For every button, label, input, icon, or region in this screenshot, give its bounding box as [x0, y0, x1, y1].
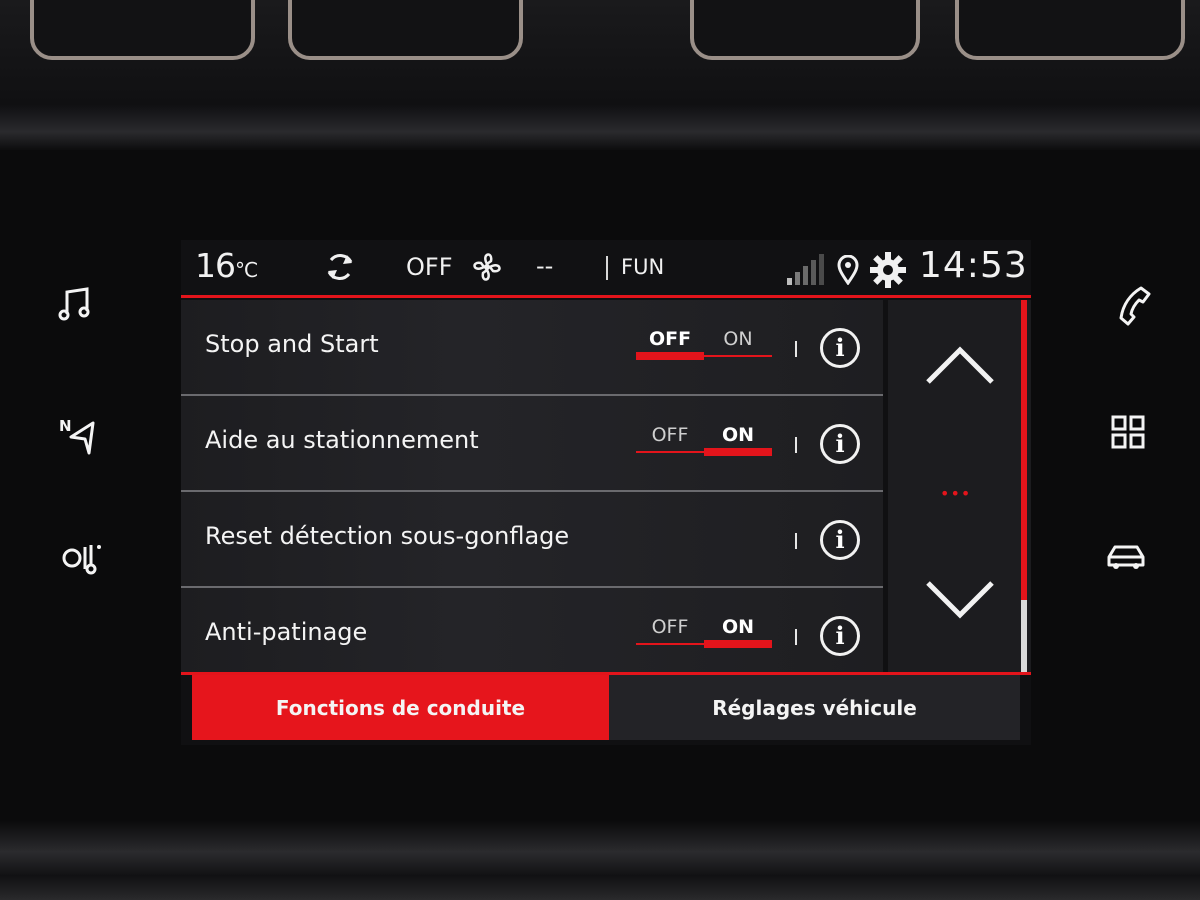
toggle-indicator: [704, 448, 772, 456]
setting-row-anti-slip[interactable]: Anti-patinage OFF ON i: [181, 588, 883, 674]
scroll-down-button[interactable]: [920, 570, 1000, 630]
anti-slip-toggle[interactable]: OFF ON: [636, 616, 772, 652]
toggle-indicator: [636, 352, 704, 360]
toggle-off-label[interactable]: OFF: [636, 328, 704, 350]
air-vent: [30, 0, 255, 60]
scrollbar-thumb[interactable]: [1021, 600, 1027, 674]
apps-grid-icon: [1111, 415, 1145, 449]
setting-label: Reset détection sous-gonflage: [205, 522, 570, 550]
toggle-on-label[interactable]: ON: [704, 616, 772, 638]
music-key[interactable]: [52, 281, 100, 329]
vehicle-key[interactable]: [1102, 532, 1150, 580]
fan-icon[interactable]: [469, 249, 505, 289]
temperature-unit: °C: [235, 258, 258, 282]
row-divider: [795, 341, 797, 357]
location-pin-icon: [837, 254, 859, 289]
svg-text:N: N: [59, 417, 72, 435]
music-icon: [58, 287, 90, 321]
tab-vehicle-settings[interactable]: Réglages véhicule: [609, 675, 1020, 740]
temperature-value: 16: [195, 246, 236, 285]
climate-key[interactable]: [58, 534, 106, 582]
navigation-key[interactable]: N: [52, 410, 100, 458]
scroll-panel: •••: [888, 300, 1031, 674]
mode-label[interactable]: FUN: [621, 255, 664, 279]
row-divider: [795, 533, 797, 549]
toggle-on-label[interactable]: ON: [704, 424, 772, 446]
chevron-down-icon: [926, 581, 994, 619]
phone-key[interactable]: [1110, 281, 1158, 329]
status-divider: [606, 256, 608, 280]
status-bar: 16°C OFF -- FUN 14:53: [181, 240, 1031, 298]
setting-label: Anti-patinage: [205, 618, 368, 646]
infotainment-screen: 16°C OFF -- FUN 14:53 Stop and Start OFF…: [181, 240, 1031, 745]
setting-row-tyre-reset[interactable]: Reset détection sous-gonflage i: [181, 492, 883, 586]
navigation-icon: N: [59, 417, 95, 455]
clock: 14:53: [919, 245, 1028, 286]
stop-and-start-toggle[interactable]: OFF ON: [636, 328, 772, 364]
fan-level: --: [536, 252, 554, 280]
settings-gear-icon[interactable]: [869, 251, 907, 293]
dashboard-top: [0, 0, 1200, 150]
row-divider: [795, 629, 797, 645]
air-vent: [955, 0, 1185, 60]
car-icon: [1107, 545, 1145, 569]
signal-strength-icon: [786, 252, 824, 290]
scroll-up-button[interactable]: [920, 335, 1000, 395]
setting-row-parking-aid[interactable]: Aide au stationnement OFF ON i: [181, 396, 883, 490]
info-icon[interactable]: i: [820, 520, 860, 560]
setting-row-stop-and-start[interactable]: Stop and Start OFF ON i: [181, 300, 883, 394]
toggle-off-label[interactable]: OFF: [636, 616, 704, 638]
phone-icon: [1119, 286, 1151, 326]
toggle-off-label[interactable]: OFF: [636, 424, 704, 446]
tab-bar: Fonctions de conduite Réglages véhicule: [192, 675, 1020, 740]
temperature-display[interactable]: 16°C: [195, 246, 258, 285]
air-vent: [690, 0, 920, 60]
info-icon[interactable]: i: [820, 616, 860, 656]
apps-key[interactable]: [1104, 408, 1152, 456]
setting-label: Aide au stationnement: [205, 426, 479, 454]
recirculation-icon[interactable]: [323, 250, 357, 288]
page-indicator: •••: [940, 484, 972, 503]
setting-label: Stop and Start: [205, 330, 379, 358]
climate-state[interactable]: OFF: [406, 253, 453, 281]
tab-driving-functions[interactable]: Fonctions de conduite: [192, 675, 609, 740]
row-divider: [795, 437, 797, 453]
dashboard-bottom: [0, 820, 1200, 900]
info-icon[interactable]: i: [820, 328, 860, 368]
toggle-on-label[interactable]: ON: [704, 328, 772, 350]
parking-aid-toggle[interactable]: OFF ON: [636, 424, 772, 460]
info-icon[interactable]: i: [820, 424, 860, 464]
toggle-indicator: [704, 640, 772, 648]
chevron-up-icon: [926, 346, 994, 384]
air-vent: [288, 0, 523, 60]
climate-icon: [62, 545, 101, 575]
settings-list: Stop and Start OFF ON i Aide au stationn…: [181, 300, 883, 674]
